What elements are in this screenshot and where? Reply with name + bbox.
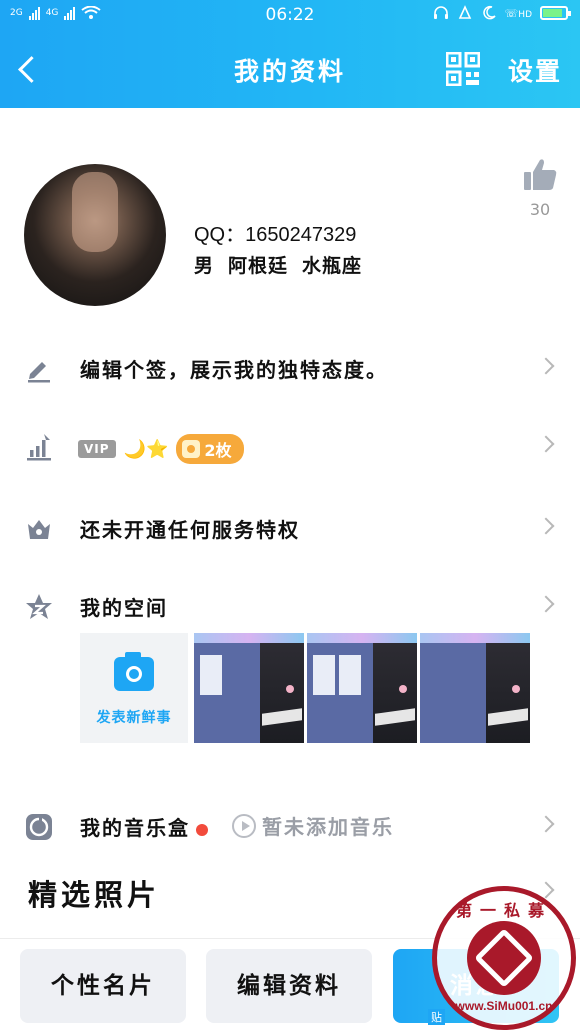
nav-bar: 我的资料 设置 [0,30,580,108]
avatar[interactable] [24,164,166,306]
level-icons: 🌙⭐ [123,438,169,460]
music-row[interactable]: 我的音乐盒 暂未添加音乐 [0,800,580,852]
alarm-icon [458,5,471,19]
music-empty-text: 暂未添加音乐 [262,815,394,839]
settings-button[interactable]: 设置 [508,52,562,88]
battery-icon [540,6,571,20]
music-box-text: 我的音乐盒 [80,816,190,840]
pencil-icon [28,362,50,383]
edit-profile-button[interactable]: 编辑资料 [206,949,372,1023]
qq-label: QQ： [194,224,246,246]
zodiac: 水瓶座 [302,255,363,277]
coin-count: 2枚 [204,441,232,460]
profile-card-button[interactable]: 个性名片 [20,949,186,1023]
chevron-right-icon [537,595,555,613]
chevron-right-icon [537,815,555,833]
thumb-card [313,655,335,695]
watermark-symbol [474,928,534,988]
chevron-right-icon [537,357,555,375]
thumb-scene [260,643,304,743]
crown-icon [28,520,50,539]
header: 2G 4G 06:22 ☏HD 我的资料 设置 [0,0,580,108]
watermark-bottom-text: www.SiMu001.cn [455,999,553,1013]
thumb-card [339,655,361,695]
hd-label: HD [518,9,532,20]
thumb-flower [512,685,520,693]
chevron-right-icon [537,435,555,453]
coin-icon [182,440,201,458]
post-new-button[interactable]: 发表新鲜事 [80,633,188,743]
space-thumbnail[interactable] [194,633,304,743]
avatar-figure [72,172,118,252]
space-thumbnail[interactable] [420,633,530,743]
space-text: 我的空间 [80,596,168,620]
vip-badge: VIP [78,440,116,458]
coin-badge: 2枚 [176,434,244,464]
headset-icon [433,6,448,19]
privilege-row[interactable]: 还未开通任何服务特权 [0,502,580,554]
thumb-flower [399,685,407,693]
thumb-bar [420,633,530,643]
location: 阿根廷 [228,255,289,277]
qq-number-line: QQ：1650247329 [194,218,356,247]
qq-number: 1650247329 [245,224,357,246]
qr-code-icon[interactable] [446,52,480,86]
thumb-card [200,655,222,695]
post-new-label: 发表新鲜事 [96,710,172,726]
qzone-star-icon [26,594,52,619]
profile-screen: 2G 4G 06:22 ☏HD 我的资料 设置 QQ：1650247329 男 … [0,0,580,1031]
thumb-flower [286,685,294,693]
music-disc-icon [26,814,52,840]
play-icon [232,813,256,838]
like-count: 30 [529,200,551,219]
thumbs-up-icon [524,159,557,190]
featured-photos-title: 精选照片 [28,878,161,912]
privilege-text: 还未开通任何服务特权 [80,518,300,542]
thumb-bar [194,633,304,643]
gender: 男 [194,255,215,277]
level-up-icon [27,434,51,461]
watermark-seal: 第一私募 www.SiMu001.cn [432,886,576,1030]
like-button[interactable]: 30 [518,158,562,219]
music-play[interactable]: 暂未添加音乐 [232,811,394,840]
space-thumbnails: 发表新鲜事 [80,633,532,743]
status-icons: ☏HD [433,5,571,21]
vip-row[interactable]: VIP 🌙⭐ 2枚 [0,420,580,472]
page-title: 我的资料 [233,57,346,86]
basic-info: 男阿根廷 水瓶座 [194,251,376,278]
hd-call-icon: ☏HD [504,6,532,20]
moon-icon [482,5,496,20]
battery-fill [543,9,562,17]
thumb-scene [486,643,530,743]
watermark-emblem [467,921,541,995]
thumb-scene [373,643,417,743]
signature-row[interactable]: 编辑个签，展示我的独特态度。 [0,342,580,394]
status-bar: 2G 4G 06:22 ☏HD [0,0,580,30]
music-box-label: 我的音乐盒 [80,812,208,841]
vip-info: VIP 🌙⭐ 2枚 [78,434,244,464]
thumb-panel [420,643,486,743]
camera-icon [114,652,154,691]
new-dot-icon [196,823,208,836]
space-row[interactable]: 我的空间 [0,580,580,632]
signature-text: 编辑个签，展示我的独特态度。 [80,358,388,382]
chevron-right-icon [537,517,555,535]
space-thumbnail[interactable] [307,633,417,743]
watermark-top-text: 第一私募 [455,901,552,920]
thumb-bar [307,633,417,643]
